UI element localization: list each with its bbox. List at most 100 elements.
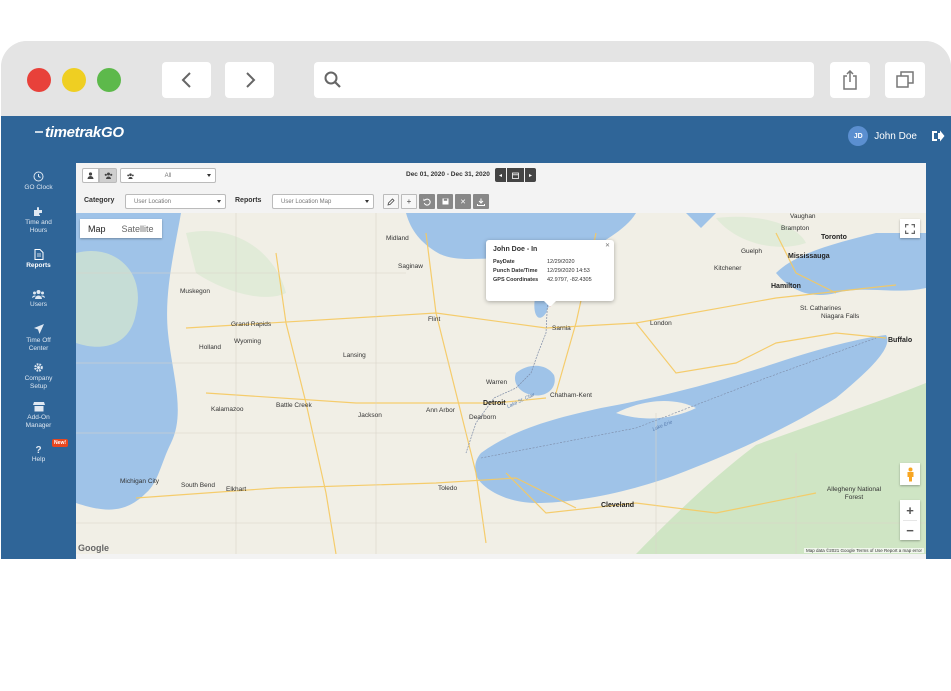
chevron-right-icon — [245, 72, 255, 88]
search-icon — [324, 71, 341, 88]
refresh-button[interactable] — [419, 194, 435, 209]
calendar-button[interactable] — [507, 168, 524, 182]
address-bar[interactable] — [314, 62, 814, 98]
marker-info-window: ✕ John Doe - In PayDate 12/29/2020 Punch … — [486, 240, 614, 307]
calendar-icon — [512, 172, 519, 179]
next-period-button[interactable]: ▸ — [525, 168, 536, 182]
user-name[interactable]: John Doe — [874, 131, 917, 142]
info-value: 12/29/2020 14:53 — [547, 268, 590, 274]
map-label: Buffalo — [888, 337, 913, 344]
users-filter-select[interactable]: All — [120, 168, 216, 183]
date-range-label: Dec 01, 2020 - Dec 31, 2020 — [406, 171, 490, 178]
refresh-icon — [423, 198, 431, 206]
map-label: Brampton — [781, 225, 810, 232]
avatar[interactable]: JD — [848, 126, 869, 146]
reports-value: User Location Map — [281, 198, 332, 205]
sidebar-item-label: Reports — [26, 262, 51, 269]
location-map[interactable]: Map Satellite + − ✕ John Doe - In PayDat… — [76, 213, 926, 554]
map-label: Ann Arbor — [426, 407, 455, 414]
users-filter-value: All — [164, 172, 172, 179]
map-label: Midland — [386, 235, 409, 242]
close-icon[interactable]: ✕ — [605, 242, 610, 249]
map-label: Allegheny National Forest — [826, 486, 882, 501]
info-row: Punch Date/Time 12/29/2020 14:53 — [493, 268, 607, 274]
logo-swoosh-icon — [35, 131, 43, 133]
map-type-map[interactable]: Map — [80, 219, 114, 238]
single-user-toggle[interactable] — [82, 168, 99, 183]
street-view-pegman[interactable] — [900, 463, 920, 485]
sidebar-item-label: GO Clock — [24, 184, 53, 191]
download-icon — [477, 198, 485, 206]
info-row: GPS Coordinates 42.9797, -82.4305 — [493, 277, 607, 283]
edit-button[interactable] — [383, 194, 399, 209]
tabs-icon — [896, 71, 914, 88]
reports-select[interactable]: User Location Map — [272, 194, 374, 209]
plus-icon: + — [406, 197, 412, 206]
group-users-toggle[interactable] — [99, 168, 117, 183]
map-label: Muskegon — [180, 288, 210, 295]
map-label: South Bend — [181, 482, 215, 489]
prev-period-button[interactable]: ◂ — [495, 168, 506, 182]
logout-icon[interactable] — [931, 130, 945, 142]
map-type-satellite[interactable]: Satellite — [114, 219, 162, 238]
map-label: St. Catharines — [800, 305, 842, 312]
delete-button[interactable]: ✕ — [455, 194, 471, 209]
new-badge: New! — [52, 439, 68, 447]
map-label: Kitchener — [714, 265, 742, 272]
map-label: Vaughan — [790, 213, 816, 220]
fullscreen-button[interactable] — [900, 219, 920, 238]
forward-button[interactable] — [225, 62, 274, 98]
app-logo[interactable]: timetrakGO — [35, 121, 124, 143]
close-window-dot[interactable] — [27, 68, 51, 92]
sidebar-item-time-off-center[interactable]: Time Off Center — [1, 318, 76, 357]
category-value: User Location — [134, 198, 172, 205]
zoom-out-button[interactable]: − — [903, 520, 917, 539]
map-attribution[interactable]: Map data ©2021 Google Terms of Use Repor… — [803, 548, 924, 553]
user-menu[interactable]: JD John Doe — [848, 126, 945, 146]
map-label: Saginaw — [398, 263, 423, 270]
sidebar-item-label: Users — [30, 300, 47, 308]
sidebar-item-company-setup[interactable]: Company Setup — [1, 357, 76, 396]
share-button[interactable] — [830, 62, 870, 98]
map-label: Holland — [199, 344, 222, 351]
download-button[interactable] — [473, 194, 489, 209]
map-type-control: Map Satellite — [80, 219, 162, 238]
sidebar-item-label: Time Off Center — [26, 336, 51, 352]
app-area: timetrakGO JD John Doe GO Clock Time and… — [1, 116, 951, 559]
map-label: Wyoming — [234, 338, 262, 345]
info-value: 42.9797, -82.4305 — [547, 277, 592, 283]
sidebar-item-label: Help — [31, 455, 46, 463]
tabs-button[interactable] — [885, 62, 925, 98]
map-label: Niagara Falls — [821, 313, 860, 320]
sidebar-item-time-and-hours[interactable]: Time and Hours — [1, 201, 76, 240]
puzzle-icon — [34, 207, 42, 216]
info-window-pointer — [544, 301, 556, 307]
map-label: Mississauga — [788, 253, 830, 260]
info-row: PayDate 12/29/2020 — [493, 259, 607, 265]
logo-text: timetrakGO — [45, 123, 124, 141]
map-label: Lansing — [343, 352, 366, 359]
category-select[interactable]: User Location — [125, 194, 226, 209]
map-label: Detroit — [483, 400, 506, 407]
minimize-window-dot[interactable] — [62, 68, 86, 92]
sidebar-item-help[interactable]: ? New! Help — [1, 435, 76, 474]
back-button[interactable] — [162, 62, 211, 98]
zoom-in-button[interactable]: + — [906, 501, 914, 520]
maximize-window-dot[interactable] — [97, 68, 121, 92]
map-label: Cleveland — [601, 502, 635, 509]
report-panel: All Dec 01, 2020 - Dec 31, 2020 ◂ ▸ Cate… — [76, 163, 926, 559]
sidebar-item-add-on-manager[interactable]: Add-On Manager — [1, 396, 76, 435]
sidebar-item-users[interactable]: Users — [1, 279, 76, 318]
save-button[interactable] — [437, 194, 453, 209]
toolbar-top: All Dec 01, 2020 - Dec 31, 2020 ◂ ▸ — [76, 163, 926, 187]
sidebar: GO Clock Time and Hours Reports Users Ti… — [1, 162, 76, 474]
sidebar-item-reports[interactable]: Reports — [1, 240, 76, 279]
sidebar-item-go-clock[interactable]: GO Clock — [1, 162, 76, 201]
clock-icon — [33, 171, 44, 182]
users-icon — [127, 173, 134, 179]
map-label: Battle Creek — [276, 402, 312, 409]
document-icon — [34, 249, 43, 260]
info-key: PayDate — [493, 259, 515, 265]
info-value: 12/29/2020 — [547, 259, 575, 265]
add-button[interactable]: + — [401, 194, 417, 209]
